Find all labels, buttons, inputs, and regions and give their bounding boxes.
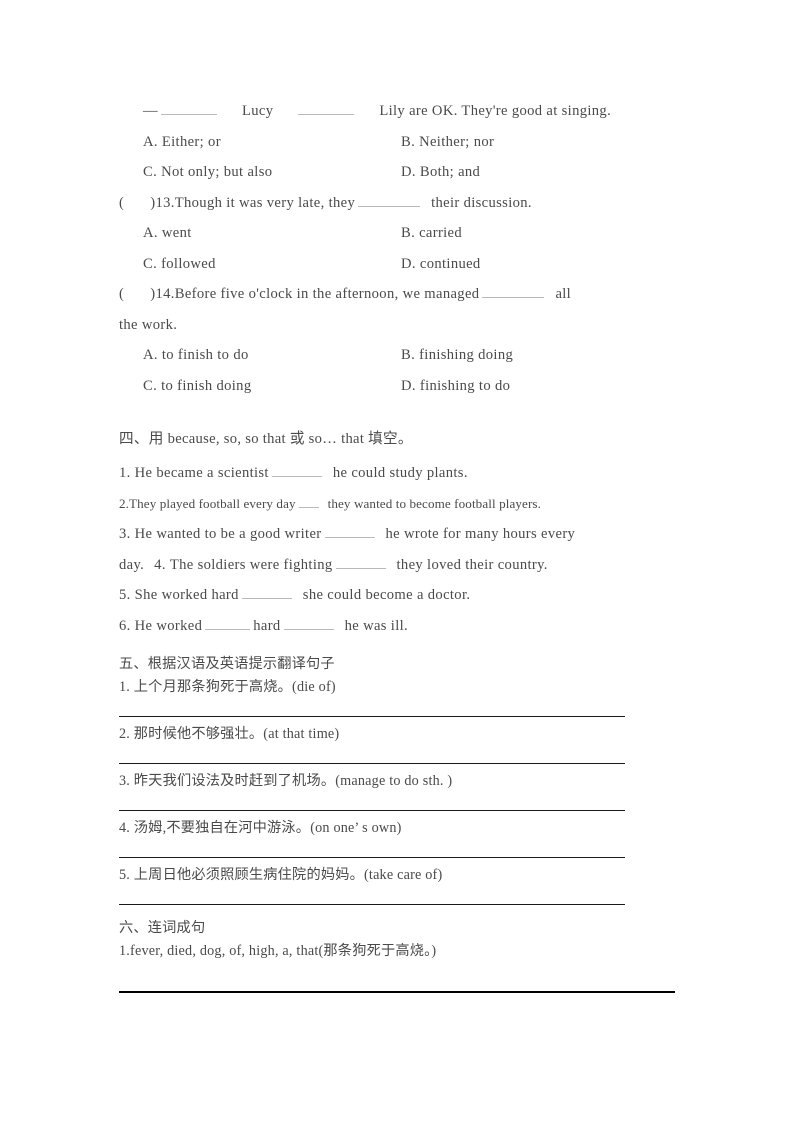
question-13-options-row-2: C. followed D. continued <box>119 249 679 280</box>
part-five-item-2: 2. 那时候他不够强壮。(at that time) <box>119 723 679 746</box>
fill-blank <box>324 525 375 538</box>
answer-rule-6[interactable] <box>119 991 675 993</box>
item-before: She worked hard <box>134 587 239 603</box>
q13-stem-before: Though it was very late, they <box>174 194 356 211</box>
q12-blank-2 <box>298 102 355 115</box>
option-a[interactable]: A. went <box>143 218 401 249</box>
part-five-heading: 五、根据汉语及英语提示翻译句子 <box>119 656 335 672</box>
answer-rule-4[interactable] <box>119 857 625 858</box>
part-four-item-3-wrap-and-item-4: day. 4. The soldiers were fighting they lo… <box>119 550 679 581</box>
item-number: 2. <box>119 726 131 742</box>
option-c[interactable]: C. Not only; but also <box>143 157 401 188</box>
question-14-stem-line2: the work. <box>119 316 178 333</box>
item-text: 昨天我们设法及时赶到了机场。(manage to do sth. ) <box>133 773 453 789</box>
q14-blank-1 <box>482 285 545 298</box>
part-six-heading: 六、连词成句 <box>119 920 206 936</box>
item-number: 4. <box>119 820 131 836</box>
answer-rule-2[interactable] <box>119 763 625 764</box>
item-number: 5. <box>119 867 131 883</box>
item-text: 上个月那条狗死于高烧。(die of) <box>133 679 336 695</box>
question-14-stem: ()14.Before five o'clock in the afternoo… <box>119 279 679 310</box>
part-four-item-6: 6. He worked hard he was ill. <box>119 611 679 642</box>
item-number: 3. <box>119 526 131 542</box>
item-before: He wanted to be a good writer <box>134 526 322 542</box>
item-before: The soldiers were fighting <box>169 556 333 573</box>
part-six-item-1: 1.fever, died, dog, of, high, a, that(那条… <box>119 940 679 963</box>
part-five-item-4: 4. 汤姆,不要独自在河中游泳。(on one’ s own) <box>119 817 679 840</box>
item-before: They played football every day <box>129 495 296 511</box>
question-14-options-row-1: A. to finish to do B. finishing doing <box>119 340 679 371</box>
option-d[interactable]: D. Both; and <box>401 157 480 188</box>
item-after: they wanted to become football players. <box>327 495 541 511</box>
item-text: 上周日他必须照顾生病住院的妈妈。(take care of) <box>133 867 443 883</box>
item-after: he was ill. <box>344 617 409 634</box>
item-text: 汤姆,不要独自在河中游泳。(on one’ s own) <box>133 820 402 836</box>
item-number: 4. <box>154 556 166 573</box>
item-text: fever, died, dog, of, high, a, that(那条狗死… <box>130 943 437 959</box>
option-a[interactable]: A. Either; or <box>143 127 401 158</box>
question-12-options-row-2: C. Not only; but also D. Both; and <box>119 157 679 188</box>
q14-stem-after: all <box>555 286 572 302</box>
item-before: He became a scientist <box>134 465 269 481</box>
worksheet-content: — Lucy Lily are OK. They're good at singin… <box>119 96 679 993</box>
part-five-item-1: 1. 上个月那条狗死于高烧。(die of) <box>119 676 679 699</box>
item-number: 3. <box>119 773 131 789</box>
item-number: 5. <box>119 587 131 603</box>
item-number: 1. <box>119 943 131 959</box>
q13-stem-after: their discussion. <box>431 194 532 211</box>
item-number: 1. <box>119 465 131 481</box>
q13-bracket-open: ( <box>119 194 125 211</box>
part-four-item-5: 5. She worked hard she could become a doc… <box>119 580 679 611</box>
option-b[interactable]: B. Neither; nor <box>401 127 494 158</box>
answer-rule-3[interactable] <box>119 810 625 811</box>
item-before: He worked <box>134 617 203 634</box>
fill-blank-2 <box>283 617 334 630</box>
fill-blank-1 <box>205 617 251 630</box>
item-number: 1. <box>119 679 131 695</box>
fill-blank <box>241 586 292 599</box>
q12-blank-1 <box>160 102 217 115</box>
q14-number: 14. <box>155 286 175 302</box>
q12-stem-suffix: Lily are OK. They're good at singing. <box>379 103 612 119</box>
worksheet-page: — Lucy Lily are OK. They're good at singin… <box>0 0 794 1123</box>
answer-rule-1[interactable] <box>119 716 625 717</box>
item-text: 那时候他不够强壮。(at that time) <box>133 726 340 742</box>
part-four-heading: 四、用 because, so, so that 或 so… that 填空。 <box>119 431 413 447</box>
option-c[interactable]: C. to finish doing <box>143 371 401 402</box>
item-number: 2. <box>119 495 130 511</box>
part-four-item-3: 3. He wanted to be a good writer he wrote… <box>119 519 679 550</box>
fill-blank <box>335 556 386 569</box>
option-c[interactable]: C. followed <box>143 249 401 280</box>
q12-stem-mid: Lucy <box>241 103 274 119</box>
question-13-stem: ()13.Though it was very late, they their … <box>119 188 679 219</box>
part-five-item-5: 5. 上周日他必须照顾生病住院的妈妈。(take care of) <box>119 864 679 887</box>
part-four-item-1: 1. He became a scientist he could study p… <box>119 458 679 489</box>
option-b[interactable]: B. carried <box>401 218 462 249</box>
question-13-options-row-1: A. went B. carried <box>119 218 679 249</box>
option-a[interactable]: A. to finish to do <box>143 340 401 371</box>
item-mid: hard <box>253 617 281 634</box>
question-14-options-row-2: C. to finish doing D. finishing to do <box>119 371 679 402</box>
q14-bracket-open: ( <box>119 286 125 302</box>
option-b[interactable]: B. finishing doing <box>401 340 513 371</box>
part-four-item-2: 2.They played football every day they wan… <box>119 489 679 520</box>
q13-blank-1 <box>358 194 421 207</box>
option-d[interactable]: D. continued <box>401 249 481 280</box>
item-number: 6. <box>119 617 131 634</box>
item-after: she could become a doctor. <box>302 587 471 603</box>
part-five-item-3: 3. 昨天我们设法及时赶到了机场。(manage to do sth. ) <box>119 770 679 793</box>
fill-blank <box>271 464 322 477</box>
item-after: they loved their country. <box>396 556 548 573</box>
q13-number: 13. <box>155 194 175 211</box>
question-12-options-row-1: A. Either; or B. Neither; nor <box>119 127 679 158</box>
item-after: he wrote for many hours every <box>385 526 576 542</box>
answer-rule-5[interactable] <box>119 904 625 905</box>
fill-blank <box>298 496 319 508</box>
option-d[interactable]: D. finishing to do <box>401 371 510 402</box>
q12-stem-prefix: — <box>143 103 158 119</box>
item-after: he could study plants. <box>332 465 468 481</box>
item-3-wrap-text: day. <box>119 556 145 573</box>
q14-stem-before: Before five o'clock in the afternoon, we… <box>174 286 480 302</box>
question-12-stem: — Lucy Lily are OK. They're good at singin… <box>119 96 679 127</box>
